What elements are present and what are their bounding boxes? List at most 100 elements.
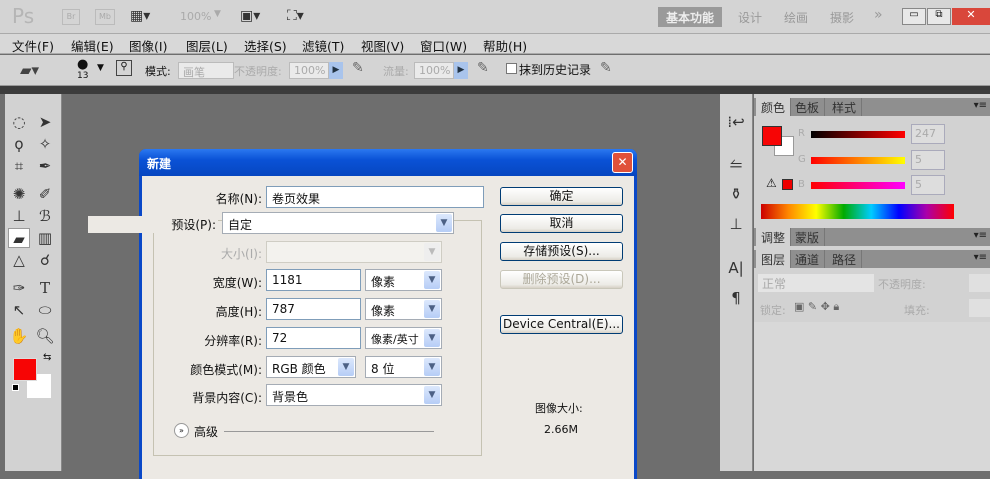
width-unit-select[interactable]: 像素 ▼ <box>365 269 442 291</box>
crop-tool-icon[interactable]: ⌗ <box>8 156 30 176</box>
menu-file[interactable]: 文件(F) <box>12 36 54 55</box>
tab-color[interactable]: 颜色 <box>756 98 792 116</box>
brush-panel-icon-dock[interactable]: ⚱ <box>725 184 747 204</box>
workspace-painting[interactable]: 绘画 <box>776 7 816 27</box>
workspace-essentials[interactable]: 基本功能 <box>658 7 723 27</box>
bridge-button[interactable]: Br <box>62 9 80 25</box>
device-central-button[interactable]: Device Central(E)... <box>500 315 623 334</box>
clone-stamp-tool-icon[interactable]: ⊥ <box>8 206 30 226</box>
brush-panel-icon[interactable]: ⚲ <box>116 60 132 76</box>
screen-mode-icon[interactable]: ⛶▾ <box>287 8 304 24</box>
g-value[interactable]: 5 <box>911 150 945 170</box>
size-select[interactable]: ▼ <box>266 241 442 263</box>
gamut-color-swatch[interactable] <box>782 179 793 190</box>
height-input[interactable]: 787 <box>266 298 361 320</box>
menu-image[interactable]: 图像(I) <box>129 36 167 55</box>
menu-view[interactable]: 视图(V) <box>361 36 404 55</box>
minimize-button[interactable]: ▭ <box>902 8 926 25</box>
pressure-size-icon[interactable]: ✎ <box>600 60 612 76</box>
height-unit-select[interactable]: 像素 ▼ <box>365 298 442 320</box>
magic-wand-tool-icon[interactable]: ✧ <box>34 134 56 154</box>
flow-input[interactable]: 100% <box>414 62 454 79</box>
bit-depth-select[interactable]: 8 位 ▼ <box>365 356 442 378</box>
color-mode-select[interactable]: RGB 颜色 ▼ <box>266 356 356 378</box>
brush-tool-icon[interactable]: ✐ <box>34 184 56 204</box>
history-brush-tool-icon[interactable]: ℬ <box>34 206 56 226</box>
flow-slider-button[interactable]: ▶ <box>454 62 468 79</box>
b-slider[interactable] <box>811 182 905 189</box>
eyedropper-tool-icon[interactable]: ✒ <box>34 156 56 176</box>
gradient-tool-icon[interactable]: ▥ <box>34 228 56 248</box>
zoom-dropdown-icon[interactable]: ▼ <box>214 9 221 19</box>
panel-menu-icon[interactable]: ▾≡ <box>974 252 987 263</box>
delete-preset-button[interactable]: 删除预设(D)... <box>500 270 623 289</box>
menu-layer[interactable]: 图层(L) <box>186 36 228 55</box>
tab-swatches[interactable]: 色板 <box>790 98 826 116</box>
panel-menu-icon[interactable]: ▾≡ <box>974 230 987 241</box>
tab-paths[interactable]: 路径 <box>827 250 863 268</box>
close-button[interactable]: ✕ <box>952 8 990 25</box>
workspace-photography[interactable]: 摄影 <box>822 7 862 27</box>
dodge-tool-icon[interactable]: ☌ <box>34 250 56 270</box>
fill-input[interactable] <box>969 299 990 317</box>
width-input[interactable]: 1181 <box>266 269 361 291</box>
mode-select[interactable]: 画笔 <box>178 62 234 79</box>
resolution-input[interactable]: 72 <box>266 327 361 349</box>
zoom-tool-icon[interactable]: 🔍︎ <box>34 326 56 346</box>
opacity-input[interactable]: 100% <box>289 62 329 79</box>
tab-masks[interactable]: 蒙版 <box>790 228 826 246</box>
more-workspaces-button[interactable]: » <box>866 5 891 25</box>
blur-tool-icon[interactable]: △ <box>8 250 30 270</box>
eraser-tool-icon[interactable]: ▰ <box>8 228 30 248</box>
airbrush-icon[interactable]: ✎ <box>477 60 489 76</box>
tab-styles[interactable]: 样式 <box>827 98 863 116</box>
erase-history-checkbox[interactable] <box>506 63 517 74</box>
r-slider[interactable] <box>811 131 905 138</box>
name-input[interactable]: 卷页效果 <box>266 186 484 208</box>
tab-adjustments[interactable]: 调整 <box>756 228 792 246</box>
pen-tool-icon[interactable]: ✑ <box>8 278 30 298</box>
dialog-close-button[interactable]: ✕ <box>612 152 633 173</box>
lasso-tool-icon[interactable]: ϙ <box>8 134 30 154</box>
menu-select[interactable]: 选择(S) <box>244 36 287 55</box>
brush-tip-icon[interactable]: ● <box>77 57 88 72</box>
menu-window[interactable]: 窗口(W) <box>420 36 467 55</box>
opacity-slider-button[interactable]: ▶ <box>329 62 343 79</box>
layer-opacity-input[interactable] <box>969 274 990 292</box>
r-value[interactable]: 247 <box>911 124 945 144</box>
cancel-button[interactable]: 取消 <box>500 214 623 233</box>
hand-tool-icon[interactable]: ✋ <box>8 326 30 346</box>
menu-edit[interactable]: 编辑(E) <box>71 36 114 55</box>
tab-channels[interactable]: 通道 <box>790 250 826 268</box>
clone-source-icon[interactable]: ⊥ <box>725 214 747 234</box>
foreground-color-swatch[interactable] <box>13 358 37 381</box>
restore-button[interactable]: ⧉ <box>927 8 951 25</box>
preset-select[interactable]: 自定 ▼ <box>222 212 454 234</box>
default-colors-icon[interactable] <box>12 384 19 391</box>
mini-bridge-button[interactable]: Mb <box>95 9 115 25</box>
pressure-opacity-icon[interactable]: ✎ <box>352 60 364 76</box>
menu-help[interactable]: 帮助(H) <box>483 36 527 55</box>
color-spectrum-bar[interactable] <box>761 204 954 219</box>
lock-icons[interactable]: ▣ ✎ ✥ 🔒︎ <box>794 300 839 314</box>
arrange-documents-icon[interactable]: ▣▾ <box>240 8 260 24</box>
move-tool-icon[interactable]: ➤ <box>34 112 56 132</box>
color-foreground-swatch[interactable] <box>762 126 782 146</box>
panel-menu-icon[interactable]: ▾≡ <box>974 100 987 111</box>
path-selection-tool-icon[interactable]: ↖ <box>8 300 30 320</box>
brush-dropdown-icon[interactable]: ▼ <box>97 63 104 73</box>
tab-layers[interactable]: 图层 <box>756 250 792 268</box>
advanced-expand-button[interactable]: » <box>174 423 189 438</box>
menu-filter[interactable]: 滤镜(T) <box>302 36 344 55</box>
type-tool-icon[interactable]: T <box>34 278 56 298</box>
paragraph-panel-icon[interactable]: ¶ <box>725 288 747 308</box>
healing-brush-tool-icon[interactable]: ✺ <box>8 184 30 204</box>
g-slider[interactable] <box>811 157 905 164</box>
zoom-level[interactable]: 100% <box>180 10 211 23</box>
blend-mode-select[interactable]: 正常 <box>758 274 874 292</box>
brush-presets-icon[interactable]: ⥪ <box>725 154 747 174</box>
shape-tool-icon[interactable]: ⬭ <box>34 300 56 320</box>
marquee-tool-icon[interactable]: ◌ <box>8 112 30 132</box>
save-preset-button[interactable]: 存储预设(S)... <box>500 242 623 261</box>
ok-button[interactable]: 确定 <box>500 187 623 206</box>
